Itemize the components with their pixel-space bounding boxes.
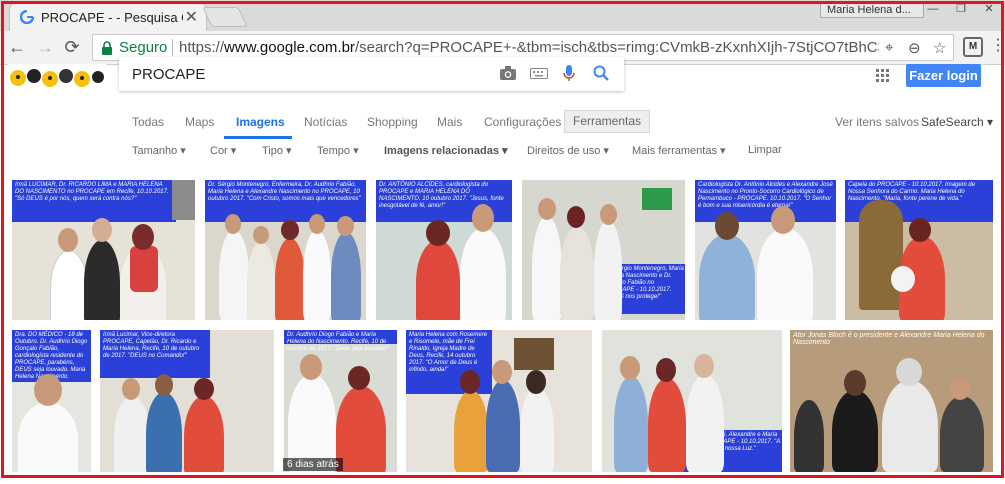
highlight-frame: [1, 1, 1004, 478]
